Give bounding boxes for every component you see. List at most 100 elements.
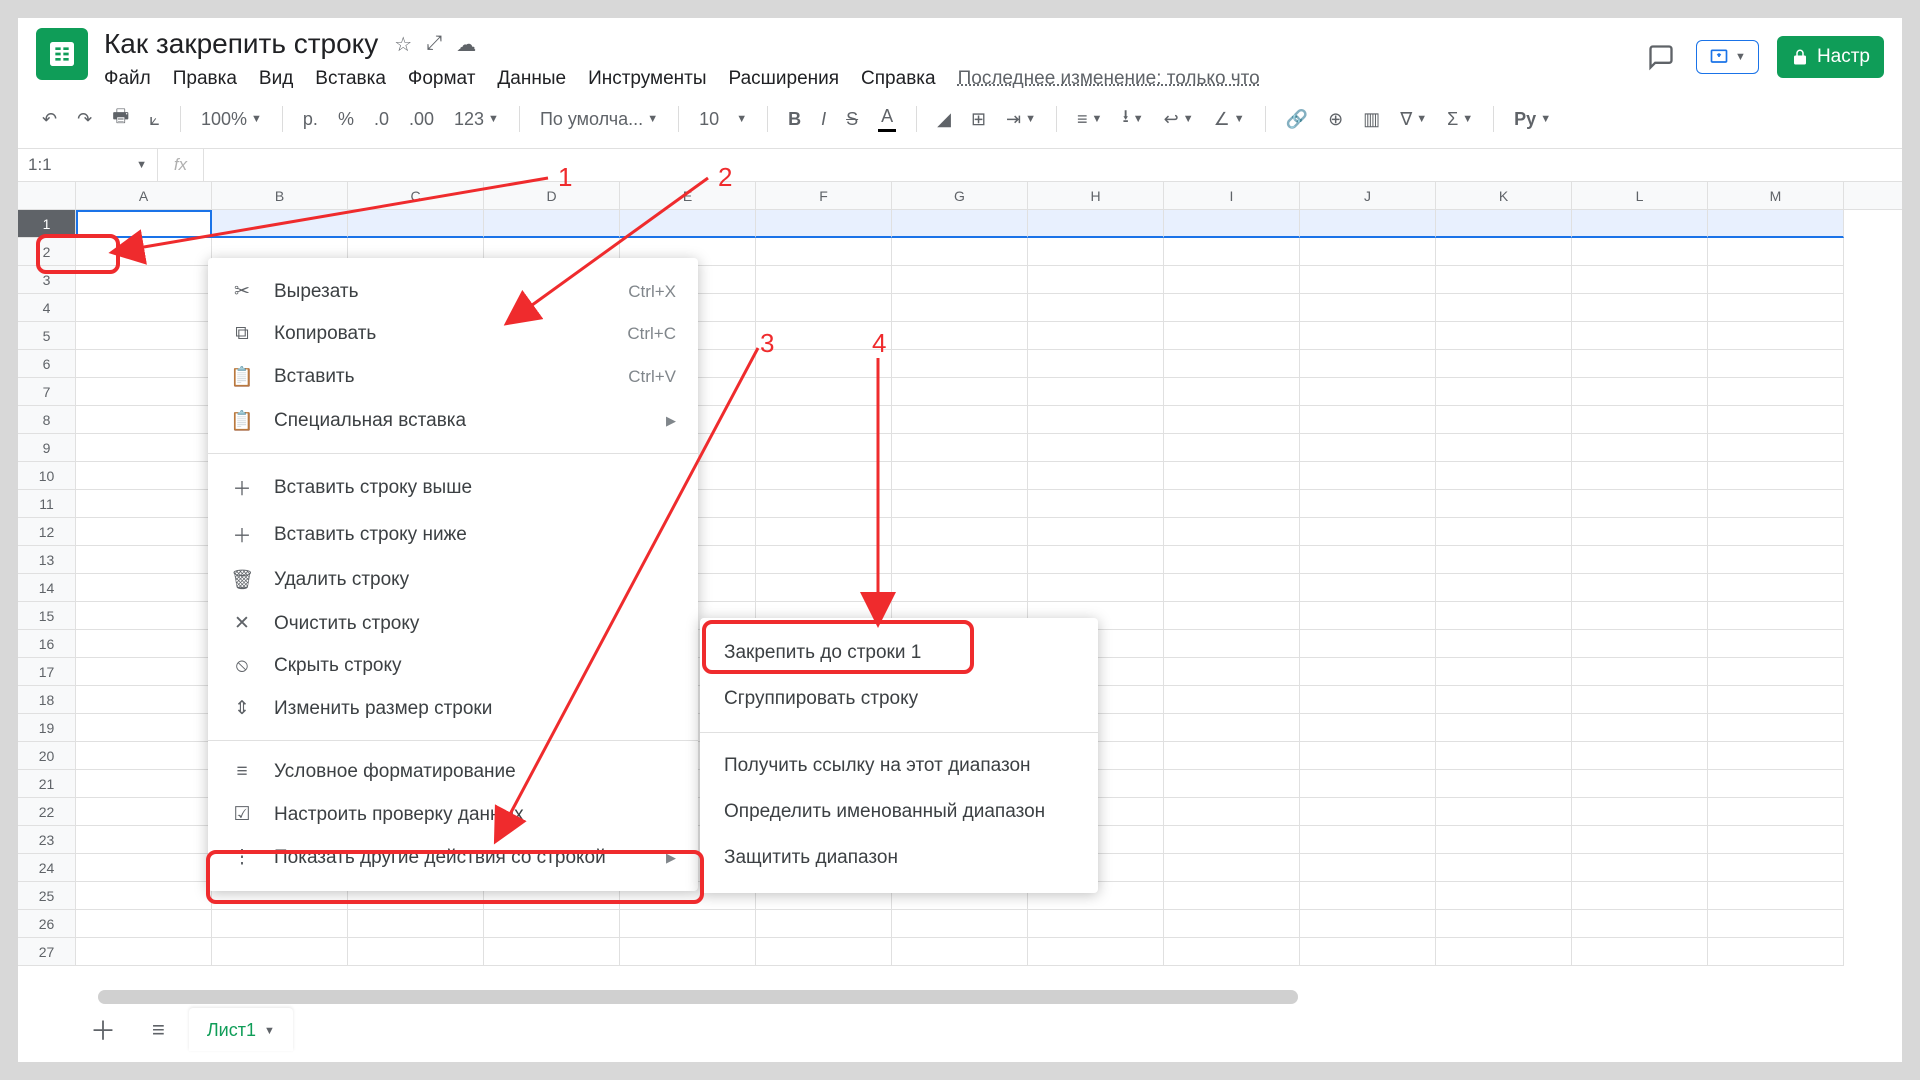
cell[interactable] [1300, 574, 1436, 602]
cell[interactable] [76, 434, 212, 462]
cell[interactable] [756, 462, 892, 490]
cell[interactable] [1300, 434, 1436, 462]
row-header-21[interactable]: 21 [18, 770, 76, 798]
font-size-select[interactable]: 10 ▼ [693, 105, 753, 134]
cell[interactable] [1028, 462, 1164, 490]
functions-button[interactable]: Σ ▼ [1441, 105, 1479, 134]
cell[interactable] [756, 938, 892, 966]
menu-Данные[interactable]: Данные [497, 68, 566, 90]
menu-conditional-format[interactable]: ≡Условное форматирование [208, 751, 698, 793]
wrap-button[interactable]: ↩ ▼ [1158, 105, 1200, 134]
cell[interactable] [1300, 518, 1436, 546]
cell[interactable] [1436, 266, 1572, 294]
cell[interactable] [1708, 210, 1844, 238]
cell[interactable] [1572, 210, 1708, 238]
cell[interactable] [76, 714, 212, 742]
cell[interactable] [1708, 462, 1844, 490]
cell[interactable] [1572, 462, 1708, 490]
cell[interactable] [1300, 630, 1436, 658]
menu-data-validation[interactable]: ☑Настроить проверку данных [208, 793, 698, 836]
cell[interactable] [1028, 938, 1164, 966]
column-header-I[interactable]: I [1164, 182, 1300, 209]
cell[interactable] [756, 266, 892, 294]
cell[interactable] [76, 322, 212, 350]
cell[interactable] [1164, 630, 1300, 658]
cell[interactable] [1300, 910, 1436, 938]
cell[interactable] [1164, 434, 1300, 462]
cell[interactable] [756, 574, 892, 602]
cell[interactable] [1436, 434, 1572, 462]
row-header-8[interactable]: 8 [18, 406, 76, 434]
sheets-logo[interactable] [36, 28, 88, 80]
row-header-24[interactable]: 24 [18, 854, 76, 882]
row-header-16[interactable]: 16 [18, 630, 76, 658]
number-format-button[interactable]: 123▼ [448, 105, 505, 134]
cell[interactable] [892, 294, 1028, 322]
cell[interactable] [620, 938, 756, 966]
cell[interactable] [1708, 742, 1844, 770]
cell[interactable] [892, 350, 1028, 378]
cell[interactable] [1436, 518, 1572, 546]
column-header-A[interactable]: A [76, 182, 212, 209]
cell[interactable] [1300, 686, 1436, 714]
cell[interactable] [1300, 938, 1436, 966]
cell[interactable] [1436, 882, 1572, 910]
cell[interactable] [1028, 322, 1164, 350]
filter-button[interactable]: ∇ ▼ [1394, 105, 1433, 134]
row-header-9[interactable]: 9 [18, 434, 76, 462]
cell[interactable] [1708, 798, 1844, 826]
row-header-14[interactable]: 14 [18, 574, 76, 602]
cell[interactable] [892, 406, 1028, 434]
cell[interactable] [892, 210, 1028, 238]
cell[interactable] [1708, 882, 1844, 910]
row-header-27[interactable]: 27 [18, 938, 76, 966]
fill-color-button[interactable]: ◢ [931, 105, 957, 134]
cell[interactable] [1708, 434, 1844, 462]
cell[interactable] [892, 462, 1028, 490]
cell[interactable] [1572, 938, 1708, 966]
sheet-tab-1[interactable]: Лист1 ▼ [189, 1008, 293, 1051]
cell[interactable] [1436, 574, 1572, 602]
row-header-26[interactable]: 26 [18, 910, 76, 938]
cell[interactable] [1572, 434, 1708, 462]
cell[interactable] [1572, 406, 1708, 434]
submenu-protect-range[interactable]: Защитить диапазон [700, 835, 1098, 881]
cell[interactable] [1300, 266, 1436, 294]
cell[interactable] [756, 518, 892, 546]
cell[interactable] [1708, 602, 1844, 630]
menu-copy[interactable]: ⧉КопироватьCtrl+C [208, 313, 698, 355]
menu-hide-row[interactable]: ⦸Скрыть строку [208, 645, 698, 687]
cell[interactable] [1028, 294, 1164, 322]
cell[interactable] [1164, 742, 1300, 770]
menu-Вид[interactable]: Вид [259, 68, 293, 90]
row-header-5[interactable]: 5 [18, 322, 76, 350]
cell[interactable] [76, 742, 212, 770]
cell[interactable] [1436, 686, 1572, 714]
cell[interactable] [1436, 378, 1572, 406]
rotate-button[interactable]: ∠ ▼ [1208, 105, 1251, 134]
cell[interactable] [1708, 490, 1844, 518]
cell[interactable] [1572, 798, 1708, 826]
cell[interactable] [756, 434, 892, 462]
row-header-13[interactable]: 13 [18, 546, 76, 574]
cell[interactable] [1708, 518, 1844, 546]
cell[interactable] [76, 798, 212, 826]
row-header-19[interactable]: 19 [18, 714, 76, 742]
submenu-named-range[interactable]: Определить именованный диапазон [700, 789, 1098, 835]
cell[interactable] [1708, 574, 1844, 602]
cell[interactable] [1708, 910, 1844, 938]
cell[interactable] [76, 406, 212, 434]
cell[interactable] [1300, 490, 1436, 518]
cell[interactable] [1300, 658, 1436, 686]
cell[interactable] [756, 238, 892, 266]
cell[interactable] [756, 294, 892, 322]
cell[interactable] [1572, 910, 1708, 938]
cell[interactable] [1300, 826, 1436, 854]
column-header-G[interactable]: G [892, 182, 1028, 209]
row-header-6[interactable]: 6 [18, 350, 76, 378]
increase-decimal-button[interactable]: .00 [403, 105, 440, 134]
present-button[interactable]: ▼ [1696, 40, 1759, 74]
cell[interactable] [1708, 350, 1844, 378]
column-header-J[interactable]: J [1300, 182, 1436, 209]
cell[interactable] [1436, 798, 1572, 826]
